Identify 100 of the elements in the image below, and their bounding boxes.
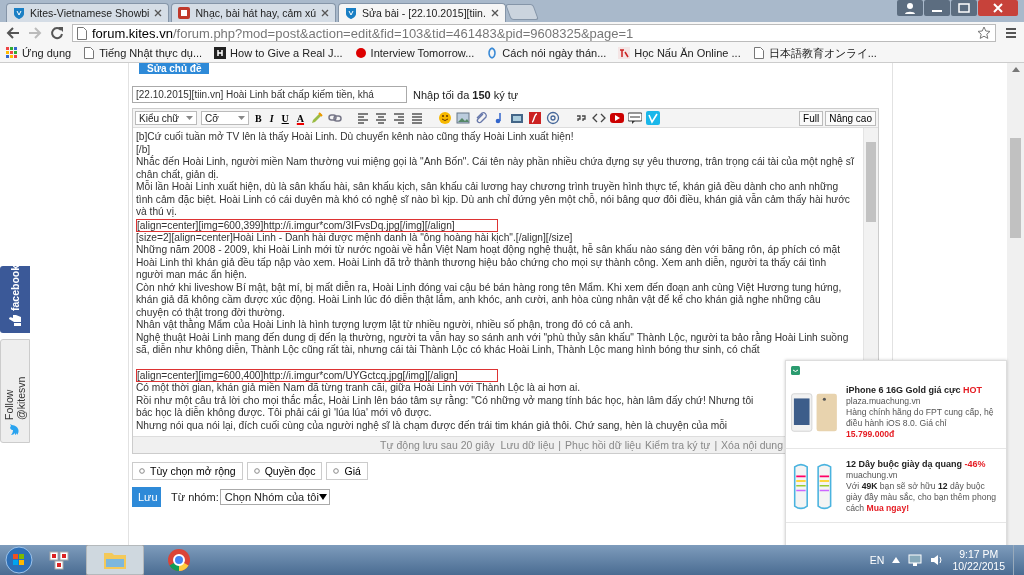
text-line: Mỗi lần Hoài Linh xuất hiện, dù là sân khấu hài, sân khấu kịch, sân khấu cải lương hay chương trình truyền hình thực tế, khán giả đều dành cho anh những <box>136 181 839 194</box>
option-button[interactable]: Tùy chọn mở rộng <box>132 462 243 480</box>
bookmark[interactable]: 日本語教育オンライ... <box>752 45 877 61</box>
minimize-icon[interactable] <box>924 0 950 16</box>
edit-subject-button[interactable]: Sửa chủ đề <box>139 63 210 74</box>
language-indicator[interactable]: EN <box>869 554 885 566</box>
dot-icon <box>354 47 367 59</box>
scroll-up-icon[interactable] <box>1011 67 1020 72</box>
page-icon <box>752 47 765 59</box>
text-line: sã, diễn như không diễn, Thành Lộc cũng rất tài, nhưng cái tài Thành Lộc có khác Hoài Linh, Thành Lộc mang hình bóng thư sinh, có chất <box>136 344 760 357</box>
justify-icon[interactable] <box>410 111 425 125</box>
bookmark[interactable]: Học Nấu Ăn Online ... <box>618 47 741 59</box>
text-line: bác học là diễn không được. Tôi phải cái gì 'lúa lúa' mới vô được. <box>136 407 432 420</box>
shield-icon <box>13 7 25 19</box>
format-select[interactable]: Kiểu chữ <box>135 111 197 125</box>
text-line: chuyện có thật trong đời thường. <box>136 306 285 319</box>
bold-button[interactable]: B <box>253 111 264 125</box>
close-icon[interactable] <box>321 9 330 17</box>
menu-icon[interactable] <box>1004 26 1018 40</box>
font-color-button[interactable]: A <box>294 111 307 125</box>
text-line: Nghệ thuật Hoài Linh mang đến dung dị đến lạ thường, người ta vẫn hay so sánh anh với "phù thủy sân khấu" Thành Lộc, người ta bảo rằng Hoài Linh suồng <box>136 331 849 344</box>
bookmark[interactable]: Ứng dụng <box>6 47 72 59</box>
text-line: Những năm 2008 - 2009, khi Hoài Linh mới từ nước ngoài về hẳn Việt Nam hoạt động nghệ thuật, hễ sân khấu nào sáng đèn với băng rôn, áp phích có mặt <box>136 244 841 256</box>
align-right-icon[interactable] <box>392 111 407 125</box>
text-line: người man mác ẩn hiện. <box>136 269 247 282</box>
ad-site: plaza.muachung.vn <box>846 396 922 407</box>
close-icon[interactable] <box>154 9 163 17</box>
circle-icon <box>139 468 145 474</box>
new-tab-button[interactable] <box>504 4 539 20</box>
paperclip-icon[interactable] <box>474 111 489 125</box>
start-icon[interactable] <box>4 545 34 575</box>
bird-icon <box>9 424 21 436</box>
circle-icon <box>333 468 340 474</box>
browser-tab[interactable]: Kites-Vietnamese Showbi <box>6 3 170 22</box>
ad-description: Với 49K bạn sẽ sở hữu 12 dây buộc giày đầy màu sắc, cho bạn thêm phong cách Mua ngay! <box>846 481 997 514</box>
option-button[interactable]: Quyền đọc <box>246 462 323 480</box>
close-icon[interactable] <box>490 9 499 17</box>
browser-tab[interactable]: Sửa bài - [22.10.2015][tiin. <box>338 3 506 22</box>
toolbar-button[interactable]: Full <box>799 110 824 126</box>
smiley-icon[interactable] <box>438 111 453 125</box>
caret-icon <box>186 116 193 120</box>
italic-button[interactable]: I <box>267 111 276 125</box>
browser-tab[interactable]: Nhạc, bài hát hay, cảm xú <box>171 3 337 22</box>
text-line: [/b] <box>136 143 151 155</box>
film-icon[interactable] <box>510 111 525 125</box>
text-line: Còn nhớ khi liveshow Bí mật, bật mí, bị mất diễn ra, Hoài Linh đóng vai cậu bé bán hàng rong tên Mẩm. Khi xem đến đoạn anh cùng Việt Hương tung hứng, <box>136 281 842 294</box>
back-icon[interactable] <box>6 26 20 40</box>
save-button[interactable]: Lưu <box>132 487 161 507</box>
bookmark[interactable]: How to Give a Real J... <box>214 47 343 59</box>
text-line: Nhưng nói qua nói lại, đích cuối cùng của người nghệ sĩ là chạm được đến trái tim khán giả thôi. Chứ sang, hèn là chuyện của mỗi <box>136 419 728 432</box>
option-button[interactable]: Giá <box>326 462 368 480</box>
scroll-thumb[interactable] <box>1010 138 1021 238</box>
reload-icon[interactable] <box>50 26 64 40</box>
h-logo-icon <box>214 47 227 59</box>
social-tab[interactable]: Follow @kitesvn <box>0 339 30 443</box>
address-bar[interactable]: forum.kites.vn/forum.php?mod=post&action=edit&fid=103&tid=461483&pid=9608325&page=1 <box>72 24 996 42</box>
text-line: khán giả đã không cầm được xúc động. Hoài Linh lúc đó diễn thật lắm, anh khóc, anh cười, anh hòa cùng nhân vật để kể cho khán giả nghe những câu <box>136 294 821 307</box>
align-left-icon[interactable] <box>356 111 371 125</box>
group-label: Từ nhóm: <box>171 491 219 503</box>
toolbar-button[interactable]: Nâng cao <box>825 110 876 126</box>
social-tab[interactable]: facebook <box>0 266 30 333</box>
close-icon[interactable] <box>978 0 1018 16</box>
code-icon[interactable] <box>592 111 607 125</box>
link-icon[interactable] <box>328 111 343 125</box>
ad-card[interactable]: iPhone 6 16G Gold giá cực HOT plaza.muachung.vn Hàng chính hãng do FPT cung cấp, hệ điều hành iOS 8.0. Giá chỉ 15.799.000đ <box>786 375 1006 449</box>
text-line: [b]Cứ cuối tuần mở TV lên là thấy Hoài Linh. Dù chuyển kênh nào cũng thấy Hoài Linh xuất hiện! <box>136 131 574 144</box>
ad-price: 15.799.000đ <box>846 429 896 440</box>
scroll-thumb[interactable] <box>866 142 876 222</box>
bookmark[interactable]: Cách nói ngày thán... <box>486 47 607 59</box>
caret-icon <box>318 494 327 500</box>
text-line: Nhắc đến Hoài Linh, người miền Nam thường vui miệng gọi là "Anh Bốn". Cái tên này phần nhiều chứa đựng sự yêu thương, trân trọng cái tài của một nghệ sĩ <box>136 156 854 169</box>
page-icon <box>77 26 87 40</box>
ad-card[interactable]: 12 Dây buộc giày dạ quang -46% muachung.vn Với 49K bạn sẽ sở hữu 12 dây buộc giày đầy màu sắc, cho bạn thêm phong cách Mua ngay! <box>786 449 1006 523</box>
speaker-icon[interactable] <box>930 554 945 566</box>
flash-icon[interactable] <box>528 111 543 125</box>
separator: | <box>558 439 562 451</box>
text-line: [size=2][align=center]Hoài Linh - Danh hài được mệnh danh là "ông hoàng hài kịch".[/align][/size] <box>136 231 573 244</box>
speech-bubble-icon[interactable] <box>628 111 643 125</box>
bookmark[interactable]: Interview Tomorrow... <box>354 47 475 59</box>
format-select[interactable]: Cỡ <box>201 111 249 125</box>
ad-site: muachung.vn <box>846 470 899 481</box>
network-icon[interactable] <box>908 554 923 566</box>
ad-description: Hàng chính hãng do FPT cung cấp, hệ điều hành iOS 8.0. Giá chỉ <box>846 407 995 429</box>
user-icon[interactable] <box>897 0 923 16</box>
tray-arrow-icon[interactable] <box>892 557 901 563</box>
subject-field[interactable]: [22.10.2015][tiin.vn] Hoài Linh bất chấp kiếm tiền, khá <box>132 86 407 103</box>
align-center-icon[interactable] <box>374 111 389 125</box>
limit-note: Nhập tối đa 150 ký tự <box>413 88 519 101</box>
swirl-icon <box>486 47 499 59</box>
video-play-icon[interactable] <box>610 111 625 125</box>
star-icon[interactable] <box>977 26 991 40</box>
page-scrollbar[interactable] <box>1007 63 1024 545</box>
image-icon[interactable] <box>456 111 471 125</box>
maximize-icon[interactable] <box>951 0 977 16</box>
clock[interactable]: 9:17 PM 10/22/2015 <box>952 548 1005 572</box>
text-line: Có một thời gian, khán giả miền Nam đã từng tranh cãi, giữa Hoài Linh với Thành Lộc là ai hơn ai. <box>136 382 581 394</box>
underline-button[interactable]: U <box>279 111 291 125</box>
text-line: chân chất, giản dị. <box>136 168 219 180</box>
bookmark[interactable]: Tiếng Nhật thực dụ... <box>83 47 203 59</box>
group-select[interactable]: Chọn Nhóm của tôi <box>219 489 330 505</box>
